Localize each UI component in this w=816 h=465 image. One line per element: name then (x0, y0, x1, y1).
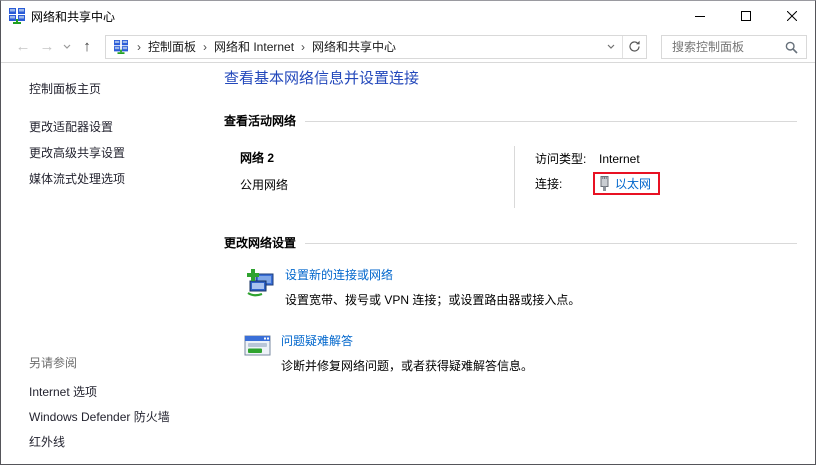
sidebar-item-change-advanced-sharing[interactable]: 更改高级共享设置 (29, 140, 224, 166)
ethernet-icon (599, 175, 610, 192)
network-name: 网络 2 (240, 149, 514, 166)
section-view-active-networks: 查看活动网络 (224, 112, 797, 129)
section-divider-line (305, 121, 797, 122)
section-title: 查看活动网络 (224, 112, 296, 129)
see-also-header: 另请参阅 (29, 354, 170, 371)
search-icon[interactable] (785, 41, 798, 57)
active-network-identity: 网络 2 公用网络 (240, 146, 514, 208)
network-sharing-center-icon (114, 40, 128, 54)
sidebar-item-control-panel-home[interactable]: 控制面板主页 (29, 80, 224, 97)
task-pane-sidebar: 控制面板主页 更改适配器设置 更改高级共享设置 媒体流式处理选项 另请参阅 In… (1, 63, 224, 464)
title-bar: 网络和共享中心 (1, 1, 815, 31)
refresh-button[interactable] (622, 36, 646, 58)
refresh-icon (628, 40, 641, 53)
chevron-down-icon (607, 44, 615, 49)
sidebar-item-internet-options[interactable]: Internet 选项 (29, 380, 170, 405)
section-change-network-settings: 更改网络设置 (224, 234, 797, 251)
breadcrumb-network-internet[interactable]: 网络和 Internet (214, 38, 294, 55)
minimize-button[interactable] (677, 1, 723, 31)
window-body: 控制面板主页 更改适配器设置 更改高级共享设置 媒体流式处理选项 另请参阅 In… (1, 63, 815, 464)
access-type-label: 访问类型: (535, 150, 599, 167)
forward-button[interactable]: → (35, 35, 59, 59)
troubleshoot-problems-link[interactable]: 问题疑难解答 (281, 332, 533, 349)
chevron-down-icon (63, 44, 71, 49)
up-arrow-icon: ↑ (83, 38, 91, 55)
setup-new-connection-link[interactable]: 设置新的连接或网络 (285, 266, 580, 283)
breadcrumb-network-sharing-center[interactable]: 网络和共享中心 (312, 38, 396, 55)
network-sharing-center-icon (9, 8, 25, 24)
window-title: 网络和共享中心 (31, 8, 677, 25)
active-network-block: 网络 2 公用网络 访问类型: Internet 连接: (240, 146, 797, 208)
active-network-details: 访问类型: Internet 连接: (515, 146, 660, 208)
red-highlight-box: 以太网 (593, 172, 660, 195)
sidebar-item-infrared[interactable]: 红外线 (29, 430, 170, 455)
connection-row: 连接: 以太网 (535, 171, 660, 196)
task-troubleshoot-problems: 问题疑难解答 诊断并修复网络问题，或者获得疑难解答信息。 (244, 332, 797, 374)
troubleshoot-problems-description: 诊断并修复网络问题，或者获得疑难解答信息。 (281, 357, 533, 374)
back-arrow-icon: ← (16, 38, 31, 55)
section-divider-line (305, 243, 797, 244)
sidebar-item-windows-defender-firewall[interactable]: Windows Defender 防火墙 (29, 405, 170, 430)
sidebar-item-media-streaming-options[interactable]: 媒体流式处理选项 (29, 166, 224, 192)
access-type-row: 访问类型: Internet (535, 146, 660, 171)
breadcrumb-control-panel[interactable]: 控制面板 (148, 38, 196, 55)
see-also-group: 另请参阅 Internet 选项 Windows Defender 防火墙 红外… (29, 354, 170, 455)
navigation-toolbar: ← → ↑ › 控制面板 › 网络和 Internet › 网络和共享 (1, 31, 815, 63)
forward-arrow-icon: → (40, 38, 55, 55)
close-button[interactable] (769, 1, 815, 31)
breadcrumb-separator: › (294, 40, 312, 54)
task-text: 设置新的连接或网络 设置宽带、拨号或 VPN 连接；或设置路由器或接入点。 (285, 266, 580, 308)
search-input[interactable] (670, 37, 782, 57)
troubleshoot-icon (244, 333, 272, 374)
task-text: 问题疑难解答 诊断并修复网络问题，或者获得疑难解答信息。 (281, 332, 533, 374)
main-content: 查看基本网络信息并设置连接 查看活动网络 网络 2 公用网络 访问类型: Int… (224, 63, 815, 464)
new-connection-icon (244, 267, 276, 308)
network-profile: 公用网络 (240, 176, 514, 193)
search-box (661, 35, 807, 59)
maximize-button[interactable] (723, 1, 769, 31)
address-bar[interactable]: › 控制面板 › 网络和 Internet › 网络和共享中心 (105, 35, 647, 59)
ethernet-connection-link[interactable]: 以太网 (615, 175, 651, 192)
address-dropdown-button[interactable] (600, 36, 622, 58)
back-button[interactable]: ← (11, 35, 35, 59)
network-sharing-center-window: 网络和共享中心 ← → ↑ (0, 0, 816, 465)
task-setup-new-connection: 设置新的连接或网络 设置宽带、拨号或 VPN 连接；或设置路由器或接入点。 (244, 266, 797, 308)
breadcrumb-separator: › (130, 40, 148, 54)
page-title: 查看基本网络信息并设置连接 (224, 67, 797, 88)
sidebar-item-change-adapter-settings[interactable]: 更改适配器设置 (29, 114, 224, 140)
recent-pages-dropdown[interactable] (59, 35, 75, 59)
up-button[interactable]: ↑ (75, 35, 99, 59)
breadcrumb-separator: › (196, 40, 214, 54)
connection-label: 连接: (535, 175, 599, 192)
access-type-value: Internet (599, 152, 640, 166)
section-title: 更改网络设置 (224, 234, 296, 251)
setup-new-connection-description: 设置宽带、拨号或 VPN 连接；或设置路由器或接入点。 (285, 291, 580, 308)
